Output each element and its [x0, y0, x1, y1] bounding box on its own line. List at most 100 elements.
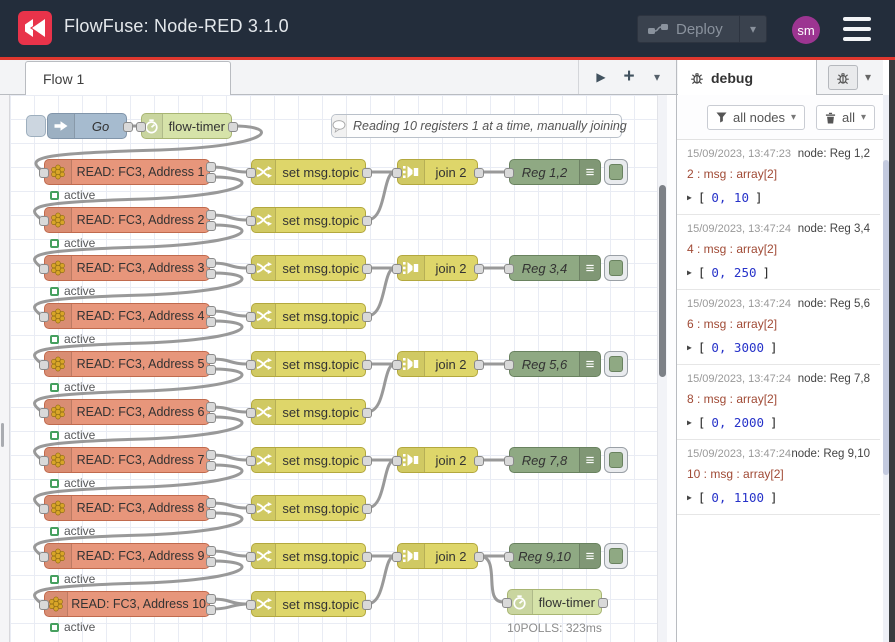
node-port[interactable]: [392, 168, 402, 178]
node-port[interactable]: [474, 552, 484, 562]
node-port[interactable]: [246, 552, 256, 562]
node-port[interactable]: [392, 552, 402, 562]
node-port[interactable]: [136, 122, 146, 132]
change-node-8[interactable]: set msg.topic: [251, 495, 366, 521]
node-port[interactable]: [362, 216, 372, 226]
debug-node-3[interactable]: Reg 5,6≡: [509, 351, 601, 377]
read-node-8[interactable]: READ: FC3, Address 8: [44, 495, 210, 521]
node-port[interactable]: [206, 498, 216, 508]
node-port[interactable]: [39, 360, 49, 370]
message-payload[interactable]: ▶[0, 250]: [687, 265, 872, 280]
node-port[interactable]: [504, 264, 514, 274]
node-port[interactable]: [362, 600, 372, 610]
message-payload[interactable]: ▶[0, 1100]: [687, 490, 872, 505]
debug-enable-toggle[interactable]: [604, 255, 628, 281]
inject-node-go[interactable]: Go: [47, 113, 127, 139]
read-node-4[interactable]: READ: FC3, Address 4: [44, 303, 210, 329]
node-port[interactable]: [206, 461, 216, 471]
change-node-2[interactable]: set msg.topic: [251, 207, 366, 233]
change-node-7[interactable]: set msg.topic: [251, 447, 366, 473]
node-port[interactable]: [206, 162, 216, 172]
node-port[interactable]: [206, 509, 216, 519]
node-port[interactable]: [474, 168, 484, 178]
inject-button[interactable]: [26, 115, 46, 137]
message-payload[interactable]: ▶[0, 3000]: [687, 340, 872, 355]
palette-grip[interactable]: [1, 423, 4, 447]
node-port[interactable]: [206, 413, 216, 423]
node-port[interactable]: [206, 306, 216, 316]
node-port[interactable]: [206, 594, 216, 604]
node-port[interactable]: [362, 312, 372, 322]
node-port[interactable]: [362, 360, 372, 370]
node-port[interactable]: [206, 365, 216, 375]
node-port[interactable]: [206, 173, 216, 183]
node-port[interactable]: [39, 312, 49, 322]
read-node-10[interactable]: READ: FC3, Address 10: [44, 591, 210, 617]
change-node-10[interactable]: set msg.topic: [251, 591, 366, 617]
change-node-6[interactable]: set msg.topic: [251, 399, 366, 425]
node-port[interactable]: [246, 216, 256, 226]
deploy-button[interactable]: Deploy ▾: [637, 15, 767, 43]
node-port[interactable]: [246, 168, 256, 178]
node-port[interactable]: [246, 408, 256, 418]
add-flow-button[interactable]: +: [615, 66, 643, 88]
join-node-2[interactable]: join 2: [397, 255, 478, 281]
node-port[interactable]: [246, 456, 256, 466]
change-node-3[interactable]: set msg.topic: [251, 255, 366, 281]
comment-node[interactable]: Reading 10 registers 1 at a time, manual…: [331, 114, 622, 138]
node-port[interactable]: [206, 450, 216, 460]
debug-enable-toggle[interactable]: [604, 351, 628, 377]
node-port[interactable]: [39, 264, 49, 274]
node-port[interactable]: [39, 456, 49, 466]
read-node-1[interactable]: READ: FC3, Address 1: [44, 159, 210, 185]
node-port[interactable]: [504, 360, 514, 370]
node-port[interactable]: [392, 360, 402, 370]
flow-canvas[interactable]: Go flow-timer Reading 10 registers 1 at a …: [10, 95, 657, 642]
node-port[interactable]: [474, 264, 484, 274]
node-port[interactable]: [362, 456, 372, 466]
node-port[interactable]: [206, 354, 216, 364]
debug-filter-button[interactable]: all nodes ▾: [707, 105, 805, 130]
debug-clear-button[interactable]: all ▾: [816, 105, 875, 130]
node-port[interactable]: [246, 312, 256, 322]
node-port[interactable]: [246, 360, 256, 370]
node-port[interactable]: [206, 269, 216, 279]
read-node-7[interactable]: READ: FC3, Address 7: [44, 447, 210, 473]
node-port[interactable]: [206, 317, 216, 327]
node-port[interactable]: [206, 546, 216, 556]
debug-enable-toggle[interactable]: [604, 159, 628, 185]
node-port[interactable]: [362, 168, 372, 178]
node-port[interactable]: [502, 598, 512, 608]
change-node-5[interactable]: set msg.topic: [251, 351, 366, 377]
node-port[interactable]: [39, 168, 49, 178]
node-port[interactable]: [362, 408, 372, 418]
node-port[interactable]: [39, 504, 49, 514]
flow-timer-node-bottom[interactable]: flow-timer: [507, 589, 602, 615]
node-port[interactable]: [123, 122, 133, 132]
node-port[interactable]: [362, 552, 372, 562]
node-port[interactable]: [206, 221, 216, 231]
debug-enable-toggle[interactable]: [604, 543, 628, 569]
sidebar-options-chevron-icon[interactable]: ▾: [865, 70, 871, 84]
node-port[interactable]: [362, 264, 372, 274]
canvas-scrollbar-thumb[interactable]: [659, 185, 666, 377]
read-node-9[interactable]: READ: FC3, Address 9: [44, 543, 210, 569]
next-tab-icon[interactable]: ▶: [587, 70, 615, 84]
node-port[interactable]: [206, 402, 216, 412]
read-node-6[interactable]: READ: FC3, Address 6: [44, 399, 210, 425]
node-port[interactable]: [392, 264, 402, 274]
debug-node-1[interactable]: Reg 1,2≡: [509, 159, 601, 185]
flow-list-chevron-icon[interactable]: ▾: [643, 70, 671, 84]
node-port[interactable]: [246, 600, 256, 610]
node-port[interactable]: [504, 168, 514, 178]
tab-debug[interactable]: debug: [678, 60, 817, 95]
node-port[interactable]: [504, 552, 514, 562]
join-node-4[interactable]: join 2: [397, 447, 478, 473]
tab-flow-1[interactable]: Flow 1: [25, 61, 231, 95]
join-node-1[interactable]: join 2: [397, 159, 478, 185]
debug-enable-toggle[interactable]: [604, 447, 628, 473]
node-port[interactable]: [206, 258, 216, 268]
node-port[interactable]: [362, 504, 372, 514]
node-port[interactable]: [504, 456, 514, 466]
node-port[interactable]: [39, 216, 49, 226]
